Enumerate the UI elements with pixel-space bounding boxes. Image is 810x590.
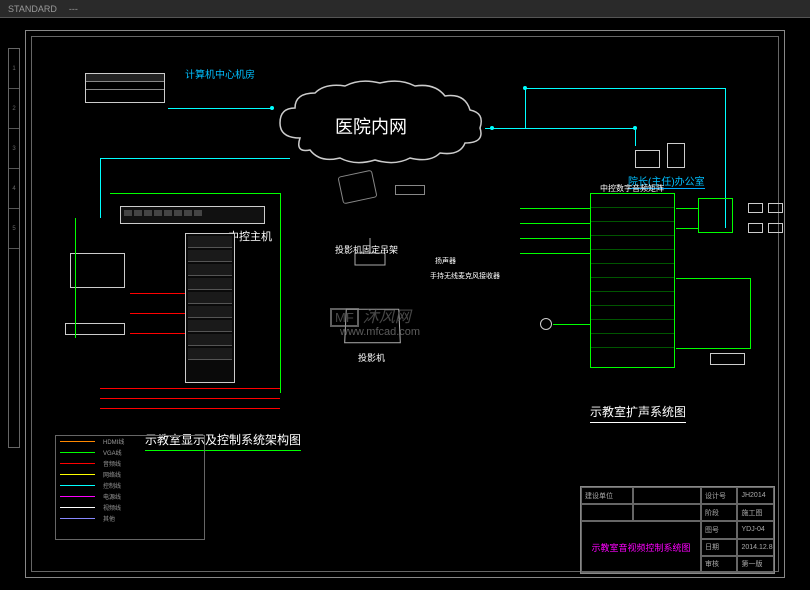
wire xyxy=(75,218,76,338)
connection-node xyxy=(270,106,274,110)
power-amp-icon xyxy=(698,198,733,233)
watermark-url: www.mfcad.com xyxy=(340,326,420,338)
wire xyxy=(100,158,290,159)
wire xyxy=(676,228,698,229)
wire xyxy=(130,313,185,314)
cloud-label: 医院内网 xyxy=(335,113,407,139)
app-toolbar: STANDARD --- xyxy=(0,0,810,18)
wire xyxy=(525,88,725,89)
wire xyxy=(100,408,280,409)
wire xyxy=(676,208,698,209)
wire xyxy=(676,348,751,349)
speaker-icon xyxy=(748,203,763,213)
wire xyxy=(168,108,273,109)
wire xyxy=(520,208,590,209)
left-ruler: 12345 xyxy=(8,48,20,448)
wire xyxy=(520,238,590,239)
connection-node xyxy=(633,126,637,130)
wire xyxy=(110,193,280,194)
remote-icon xyxy=(710,353,745,365)
title-block: 建设单位设计号JH2014 阶段施工图 示教室音视频控制系统图图号YDJ-04 … xyxy=(580,486,775,574)
wire xyxy=(100,398,280,399)
speaker-icon xyxy=(768,203,783,213)
toolbar-item: STANDARD xyxy=(8,4,57,14)
speaker-text: 扬声器 xyxy=(435,256,456,266)
projector-mount-label: 投影机固定吊架 xyxy=(335,243,398,256)
wire xyxy=(100,388,280,389)
wire xyxy=(485,128,635,129)
computer-room-label: 计算机中心机房 xyxy=(185,66,255,81)
wifi-ap-icon xyxy=(395,185,425,195)
watermark-logo: MF沐风网 xyxy=(330,303,411,327)
speaker-icon xyxy=(768,223,783,233)
legend-box: HDMI线 VGA线 音频线 网络线 控制线 电源线 视频线 其他 xyxy=(55,435,205,540)
pc-icon xyxy=(70,253,125,288)
wire xyxy=(750,278,751,348)
office-computer-icon xyxy=(635,143,685,173)
mixer-label: 中控数字音频矩阵 xyxy=(600,183,664,194)
wire xyxy=(525,88,526,128)
wire xyxy=(130,333,185,334)
diagram2-title: 示教室扩声系统图 xyxy=(590,403,686,423)
speaker-icon xyxy=(748,223,763,233)
wire xyxy=(520,253,590,254)
equipment-rack xyxy=(185,233,235,383)
wire xyxy=(553,324,590,325)
wire xyxy=(130,293,185,294)
wire xyxy=(100,158,101,218)
toolbar-item: --- xyxy=(69,4,78,14)
wire xyxy=(280,193,281,393)
connection-node xyxy=(523,86,527,90)
device-icon xyxy=(65,323,125,335)
projector-label: 投影机 xyxy=(358,351,385,364)
wireless-mic-label: 手持无线麦克风接收器 xyxy=(430,271,500,281)
wire xyxy=(520,223,590,224)
drawing-title: 示教室音视频控制系统图 xyxy=(581,521,701,573)
cad-canvas[interactable]: 12345 医院内网 计算机中心机房 院长(主任)办公室 中控主机 xyxy=(0,18,810,590)
wire xyxy=(635,128,636,146)
wire xyxy=(676,278,751,279)
audio-matrix xyxy=(590,193,675,368)
microphone-icon xyxy=(540,318,552,330)
network-switch-icon xyxy=(120,206,265,224)
connection-node xyxy=(490,126,494,130)
server-rack-icon xyxy=(85,73,165,103)
